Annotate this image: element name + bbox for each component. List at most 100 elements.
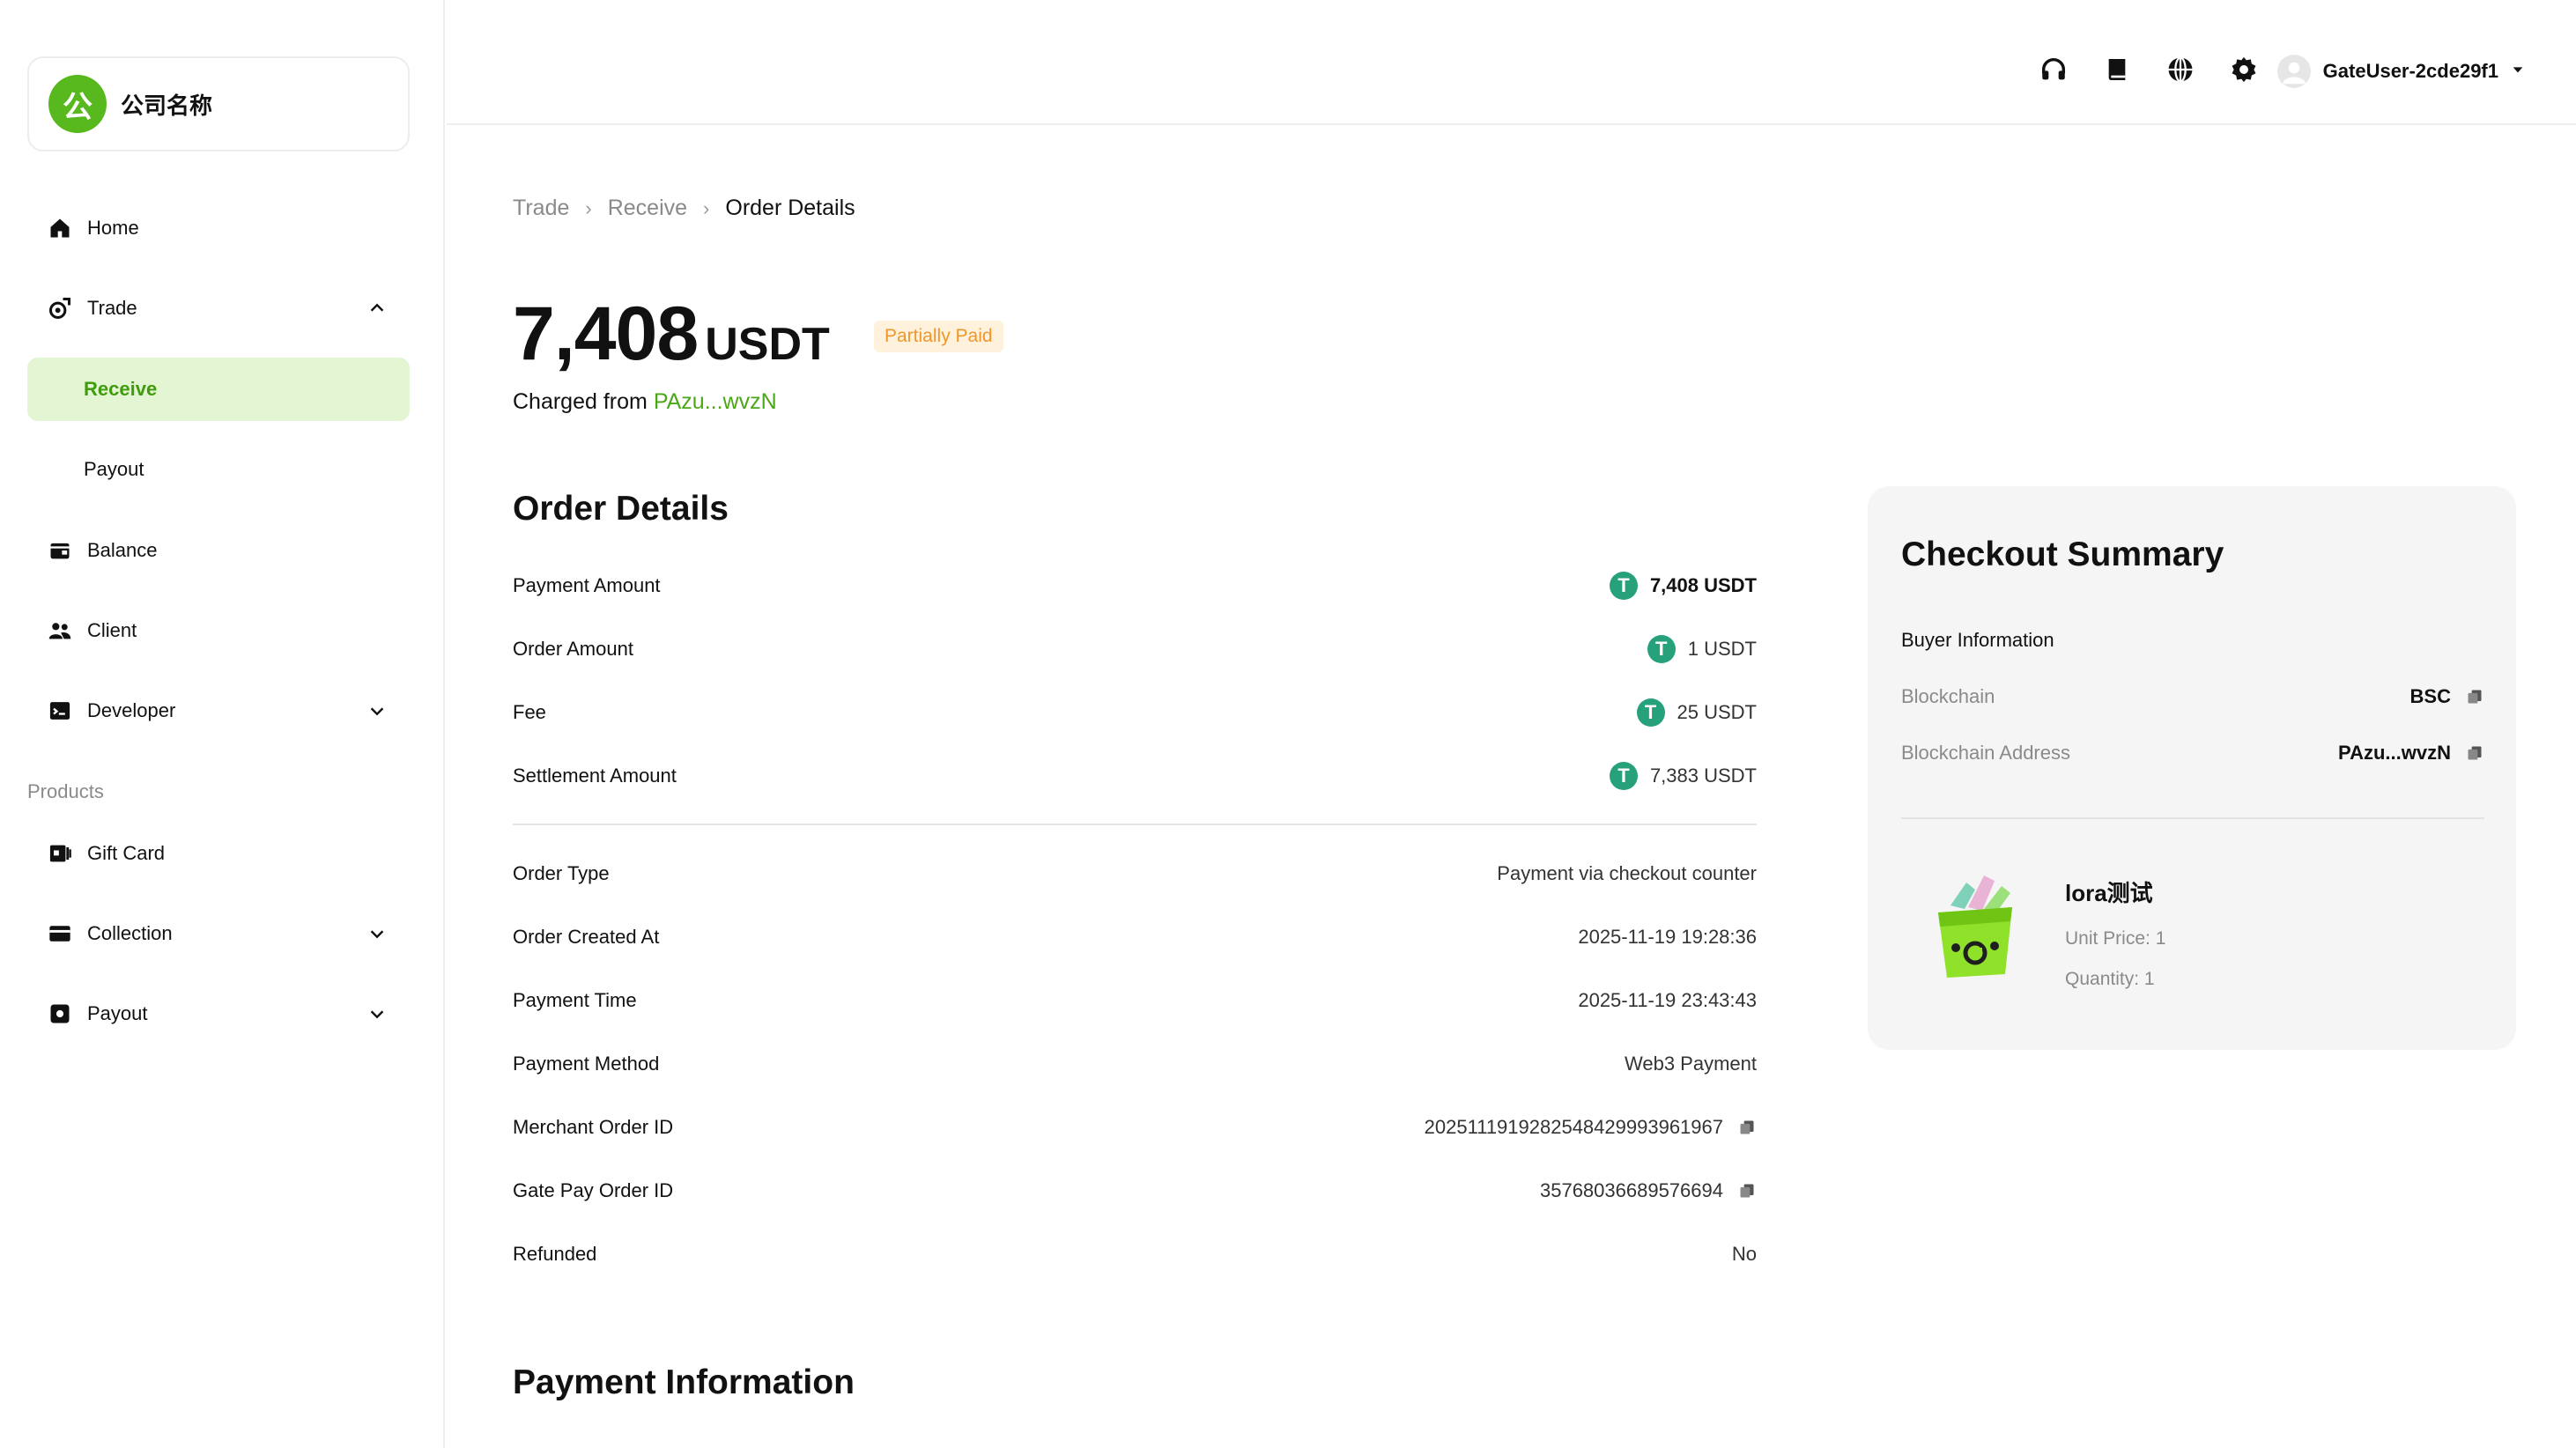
detail-label: Fee [513, 701, 546, 723]
sidebar-item-balance[interactable]: Balance [27, 519, 410, 582]
breadcrumb-trade[interactable]: Trade [513, 196, 569, 221]
detail-label: Refunded [513, 1243, 597, 1265]
company-logo: 公 [48, 75, 107, 133]
header-amount: 7,408 [513, 292, 699, 376]
detail-value: T 7,383 USDT [1609, 762, 1757, 790]
detail-label: Payment Method [513, 1053, 660, 1075]
order-amount-header: 7,408 USDT [513, 291, 830, 378]
shopping-basket-icon [1913, 863, 2037, 986]
detail-row-merchant-order-id: Merchant Order ID 2025111919282548429993… [513, 1110, 1757, 1145]
breadcrumb-receive[interactable]: Receive [608, 196, 687, 221]
status-badge: Partially Paid [874, 321, 1003, 352]
chevron-down-icon[interactable] [364, 1001, 390, 1027]
breadcrumb: Trade › Receive › Order Details [513, 196, 855, 221]
product-quantity: Quantity: 1 [2065, 969, 2155, 989]
fee-value: 25 USDT [1677, 701, 1757, 723]
detail-value: T 1 USDT [1647, 635, 1757, 663]
buyer-information-label: Buyer Information [1901, 629, 2054, 651]
detail-row-order-amount: Order Amount T 1 USDT [513, 632, 1757, 667]
detail-row-payment-amount: Payment Amount T 7,408 USDT [513, 568, 1757, 603]
summary-label: Blockchain [1901, 685, 1995, 707]
copy-icon[interactable] [1737, 1181, 1757, 1201]
settlement-amount-value: 7,383 USDT [1649, 765, 1757, 787]
detail-value: Web3 Payment [1624, 1053, 1757, 1075]
detail-row-order-type: Order Type Payment via checkout counter [513, 856, 1757, 891]
payment-amount-value: 7,408 USDT [1649, 574, 1757, 596]
merchant-order-id-value: 202511191928254842999396196​7 [1424, 1116, 1723, 1138]
detail-row-payment-time: Payment Time 2025-11-19 23:43:43 [513, 983, 1757, 1018]
sidebar-item-trade[interactable]: Trade [27, 277, 410, 340]
summary-label: Blockchain Address [1901, 742, 2070, 764]
sidebar-item-payout[interactable]: Payout [27, 438, 410, 501]
home-icon [47, 215, 73, 241]
username: GateUser-2cde29f1 [2322, 60, 2498, 82]
sidebar-item-label: Gift Card [87, 842, 166, 864]
trade-icon [47, 295, 73, 321]
card-icon [47, 920, 73, 947]
summary-value: BSC [2410, 685, 2484, 708]
product-unit-price: Unit Price: 1 [2065, 928, 2166, 949]
detail-row-gatepay-order-id: Gate Pay Order ID 357680366895766​94 [513, 1173, 1757, 1208]
payment-information-title: Payment Information [513, 1363, 855, 1401]
detail-label: Settlement Amount [513, 765, 677, 787]
sidebar-item-client[interactable]: Client [27, 599, 410, 662]
charged-from-label: Charged from [513, 389, 648, 414]
globe-icon[interactable] [2165, 55, 2195, 85]
checkout-summary-title: Checkout Summary [1901, 536, 2224, 573]
copy-icon[interactable] [2465, 743, 2484, 763]
tether-icon: T [1609, 572, 1638, 600]
detail-value: Payment via checkout counter [1497, 862, 1757, 884]
headset-icon[interactable] [2039, 55, 2069, 85]
copy-icon[interactable] [1737, 1118, 1757, 1137]
summary-row-blockchain: Blockchain BSC [1901, 685, 2484, 708]
detail-row-order-created: Order Created At 2025-11-19 19:28:36 [513, 920, 1757, 955]
settings-icon[interactable] [2229, 55, 2259, 85]
company-logo-card[interactable]: 公 公司名称 [27, 56, 410, 151]
charged-from-address[interactable]: PAzu...wvzN [654, 389, 777, 414]
users-icon [47, 617, 73, 644]
detail-label: Order Type [513, 862, 610, 884]
chevron-down-icon[interactable] [364, 698, 390, 724]
sidebar-item-gift-card[interactable]: Gift Card [27, 822, 410, 885]
detail-row-refunded: Refunded No [513, 1237, 1757, 1272]
detail-label: Payment Amount [513, 574, 661, 596]
tether-icon: T [1636, 698, 1665, 727]
top-bar: GateUser-2cde29f1 [447, 0, 2576, 125]
chevron-up-icon[interactable] [364, 295, 390, 321]
sidebar-item-label: Developer [87, 699, 176, 721]
sidebar-item-label: Collection [87, 922, 173, 944]
order-details-title: Order Details [513, 490, 729, 528]
detail-value: 202511191928254842999396196​7 [1425, 1116, 1757, 1139]
chevron-down-icon[interactable] [364, 920, 390, 947]
tether-icon: T [1647, 635, 1676, 663]
user-menu[interactable]: GateUser-2cde29f1 [2276, 55, 2525, 88]
detail-label: Order Amount [513, 638, 633, 660]
detail-label: Gate Pay Order ID [513, 1179, 674, 1201]
products-section-label: Products [27, 780, 104, 802]
sidebar-item-collection[interactable]: Collection [27, 902, 410, 965]
detail-value: 357680366895766​94 [1540, 1179, 1757, 1202]
sidebar-item-label: Receive [84, 378, 158, 400]
book-icon[interactable] [2102, 55, 2132, 85]
charged-from: Charged from PAzu...wvzN [513, 389, 777, 415]
breadcrumb-current: Order Details [725, 196, 855, 220]
sidebar-item-developer[interactable]: Developer [27, 679, 410, 742]
detail-value: No [1731, 1243, 1757, 1265]
detail-row-fee: Fee T 25 USDT [513, 695, 1757, 730]
gift-card-icon [47, 840, 73, 867]
sidebar-item-receive[interactable]: Receive [27, 358, 410, 421]
sidebar-item-label: Balance [87, 539, 158, 561]
summary-divider [1901, 817, 2484, 819]
divider [513, 824, 1757, 825]
copy-icon[interactable] [2465, 687, 2484, 706]
detail-value: 2025-11-19 23:43:43 [1578, 989, 1757, 1011]
sidebar-item-home[interactable]: Home [27, 196, 410, 260]
checkout-summary-card: Checkout Summary Buyer Information Block… [1868, 486, 2516, 1050]
detail-value: T 7,408 USDT [1609, 572, 1757, 600]
blockchain-address-value: PAzu...wvzN [2338, 742, 2451, 764]
sidebar-item-product-payout[interactable]: Payout [27, 982, 410, 1045]
caret-down-icon[interactable] [2511, 63, 2525, 81]
sidebar: 公 公司名称 Home Trade Receive Payout Balance [0, 0, 445, 1448]
terminal-icon [47, 698, 73, 724]
blockchain-value: BSC [2409, 685, 2451, 707]
